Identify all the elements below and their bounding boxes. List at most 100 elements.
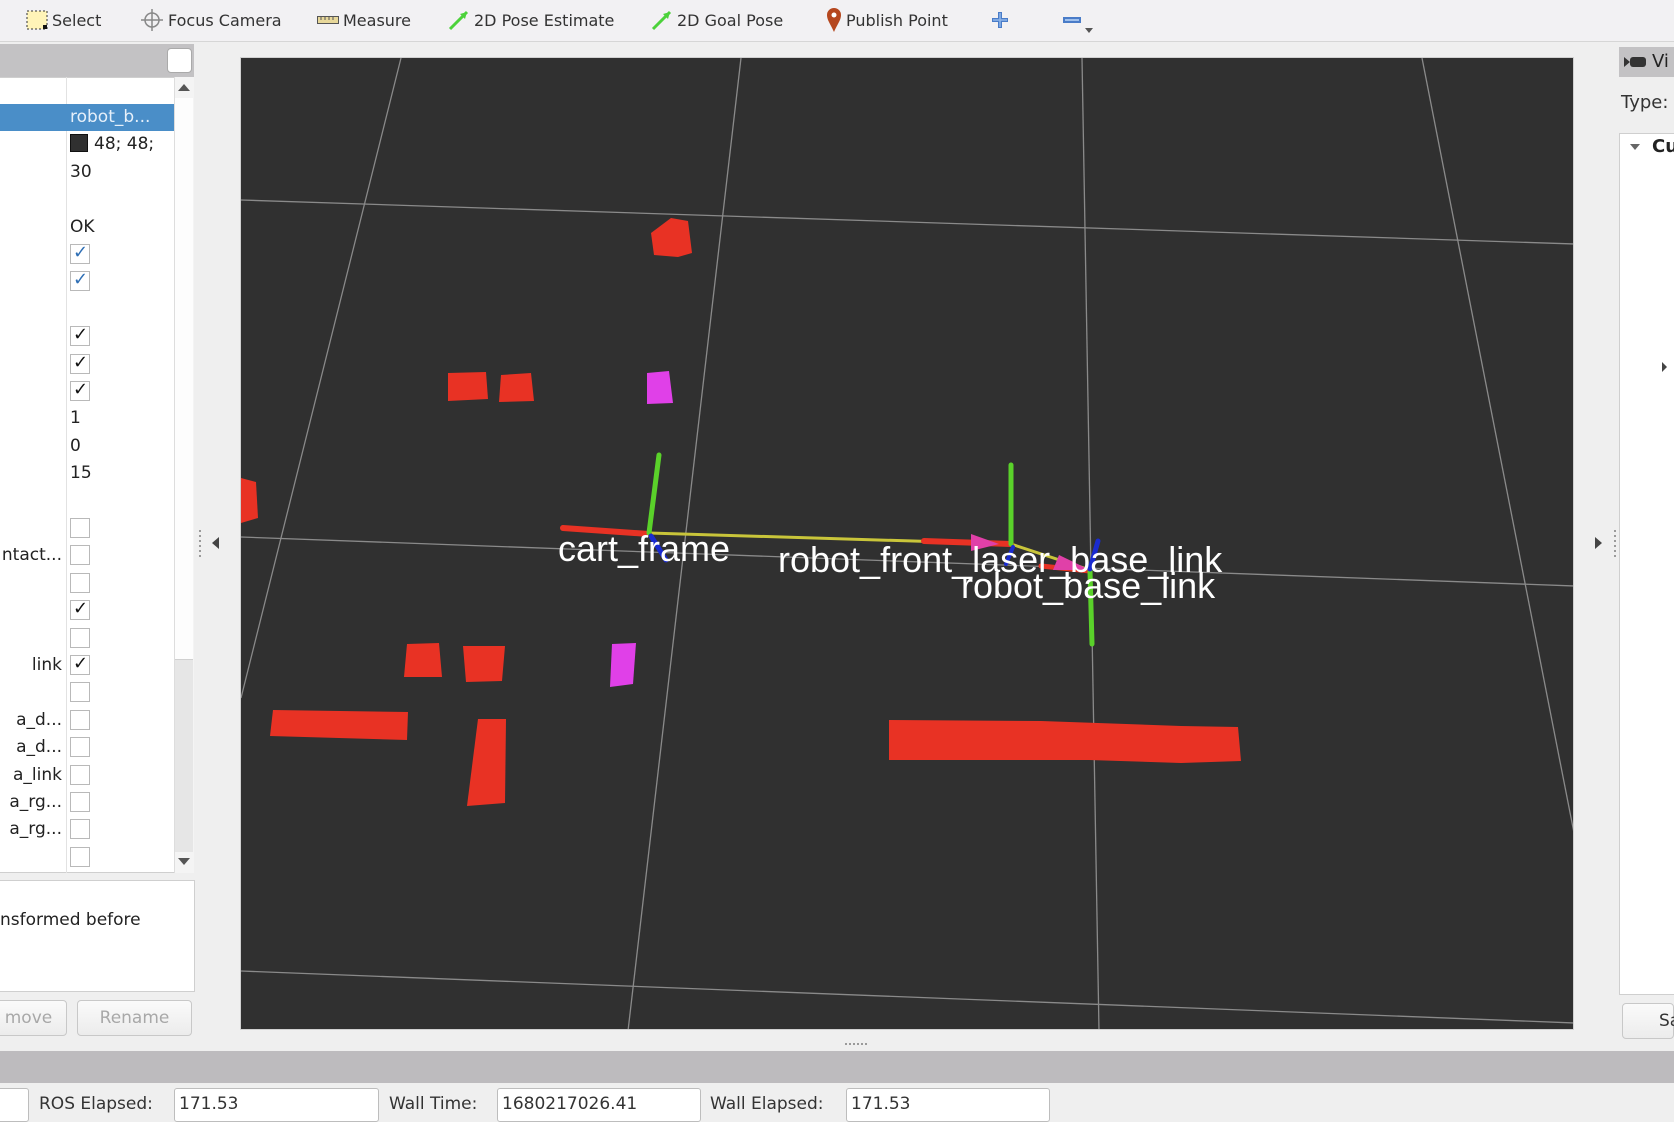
tree-row[interactable] [0, 844, 174, 871]
3d-viewport[interactable]: cart_frame robot_front_laser_base_link r… [240, 57, 1574, 1030]
tool-select[interactable]: Select [26, 5, 101, 35]
checkbox-checked[interactable] [70, 379, 90, 401]
tree-row[interactable]: a_rg... [0, 789, 174, 816]
tree-row[interactable] [0, 378, 174, 405]
left-splitter-handle[interactable] [199, 530, 201, 558]
checkbox-unchecked[interactable] [70, 572, 90, 593]
tool-publish-point[interactable]: Publish Point [826, 5, 948, 35]
tree-row[interactable]: 0 [0, 433, 174, 460]
rename-button[interactable]: Rename [77, 1000, 192, 1036]
time-panel: ROS Elapsed: 171.53 Wall Time: 168021702… [0, 1083, 1674, 1122]
checkbox-checked[interactable] [70, 324, 90, 347]
bottom-splitter-handle[interactable] [845, 1043, 869, 1045]
tree-row[interactable]: robot_b... [0, 104, 174, 131]
checkbox-checked[interactable] [70, 242, 90, 264]
tree-row[interactable]: a_d... [0, 707, 174, 734]
scrollbar-track[interactable] [175, 660, 193, 852]
panel-float-button[interactable] [167, 48, 192, 73]
views-tree: Cu [1619, 133, 1674, 995]
property-value: 30 [70, 161, 92, 182]
collapse-right-button[interactable] [1595, 537, 1602, 549]
checkbox-unchecked[interactable] [70, 764, 90, 785]
scrollbar-thumb[interactable] [175, 98, 193, 660]
frame-label-cart: cart_frame [558, 528, 730, 569]
obstacle [467, 719, 506, 806]
tree-row[interactable]: a_rg... [0, 816, 174, 843]
scroll-down-button[interactable] [178, 858, 190, 865]
checkbox-unchecked[interactable] [70, 792, 90, 812]
wall-time-field[interactable]: 1680217026.41 [497, 1088, 701, 1122]
tool-focus-camera-label: Focus Camera [168, 10, 282, 30]
highlight-object [610, 643, 636, 687]
tree-row[interactable] [0, 570, 174, 597]
scene-canvas[interactable]: cart_frame robot_front_laser_base_link r… [241, 58, 1574, 1030]
checkbox-checked[interactable] [70, 598, 90, 621]
checkbox-unchecked[interactable] [70, 737, 90, 758]
checkbox-checked[interactable] [70, 653, 90, 675]
tree-row[interactable]: ntact... [0, 542, 174, 569]
obstacle [889, 720, 1241, 763]
ros-elapsed-field[interactable]: 171.53 [174, 1088, 379, 1122]
tree-row[interactable] [0, 351, 174, 378]
checkbox-unchecked[interactable] [70, 545, 90, 566]
tool-focus-camera[interactable]: Focus Camera [140, 5, 282, 35]
ros-time-field[interactable] [0, 1088, 29, 1122]
toolbar-overflow-arrow[interactable] [1085, 28, 1093, 33]
checkbox-unchecked[interactable] [70, 846, 90, 867]
checkbox-unchecked[interactable] [70, 518, 90, 538]
obstacle [448, 372, 488, 401]
tree-row[interactable]: OK [0, 214, 174, 241]
tree-row[interactable]: 1 [0, 405, 174, 432]
save-view-button[interactable]: Sa [1622, 1003, 1674, 1039]
tree-row[interactable] [0, 625, 174, 652]
tree-row[interactable] [0, 679, 174, 706]
views-panel-header: Vi [1619, 47, 1674, 77]
tree-row[interactable] [0, 323, 174, 350]
tool-goal-pose[interactable]: 2D Goal Pose [651, 5, 783, 35]
current-view-item[interactable]: Cu [1652, 136, 1674, 157]
tree-row[interactable] [0, 597, 174, 624]
tree-row[interactable] [0, 241, 174, 268]
tree-row[interactable] [0, 488, 174, 515]
checkbox-checked[interactable] [70, 352, 90, 374]
cart-frame-y-axis [646, 452, 662, 536]
obstacle [241, 478, 258, 523]
wall-elapsed-field[interactable]: 171.53 [846, 1088, 1050, 1122]
scroll-up-button[interactable] [178, 84, 190, 91]
property-description-box [0, 880, 195, 992]
checkbox-unchecked[interactable] [70, 682, 90, 703]
property-value: 0 [70, 435, 81, 456]
tree-row[interactable]: link [0, 652, 174, 679]
tree-row-name: link [31, 655, 62, 675]
tree-row[interactable]: 15 [0, 460, 174, 487]
checkbox-unchecked[interactable] [70, 709, 90, 730]
tree-expand-icon[interactable] [1630, 144, 1640, 150]
tree-row[interactable] [0, 268, 174, 295]
collapse-left-button[interactable] [212, 537, 219, 549]
wall-elapsed-label: Wall Elapsed: [710, 1094, 824, 1114]
remove-tool-button[interactable] [1063, 5, 1081, 35]
add-tool-button[interactable] [991, 5, 1009, 35]
tree-row-name: a_link [13, 764, 62, 785]
tool-select-label: Select [52, 10, 102, 30]
tree-row[interactable] [0, 296, 174, 323]
tool-pose-estimate[interactable]: 2D Pose Estimate [448, 5, 614, 35]
subtree-expand-icon[interactable] [1662, 362, 1667, 372]
tree-row[interactable]: a_link [0, 762, 174, 789]
checkbox-checked[interactable] [70, 269, 90, 292]
property-value: 15 [70, 463, 92, 484]
tree-row[interactable]: 30 [0, 159, 174, 186]
color-swatch[interactable] [70, 134, 88, 153]
tool-pose-estimate-label: 2D Pose Estimate [474, 10, 615, 30]
checkbox-unchecked[interactable] [70, 819, 90, 840]
checkbox-unchecked[interactable] [70, 627, 90, 648]
ros-elapsed-label: ROS Elapsed: [39, 1094, 153, 1114]
tool-goal-pose-label: 2D Goal Pose [677, 10, 784, 30]
tree-row[interactable]: a_d... [0, 734, 174, 761]
tree-row[interactable] [0, 186, 174, 213]
right-splitter-handle[interactable] [1614, 530, 1616, 558]
tool-measure[interactable]: Measure [317, 5, 411, 35]
remove-button[interactable]: move [0, 1000, 67, 1036]
tree-row[interactable] [0, 515, 174, 542]
tree-row[interactable]: 48; 48; [0, 131, 174, 158]
